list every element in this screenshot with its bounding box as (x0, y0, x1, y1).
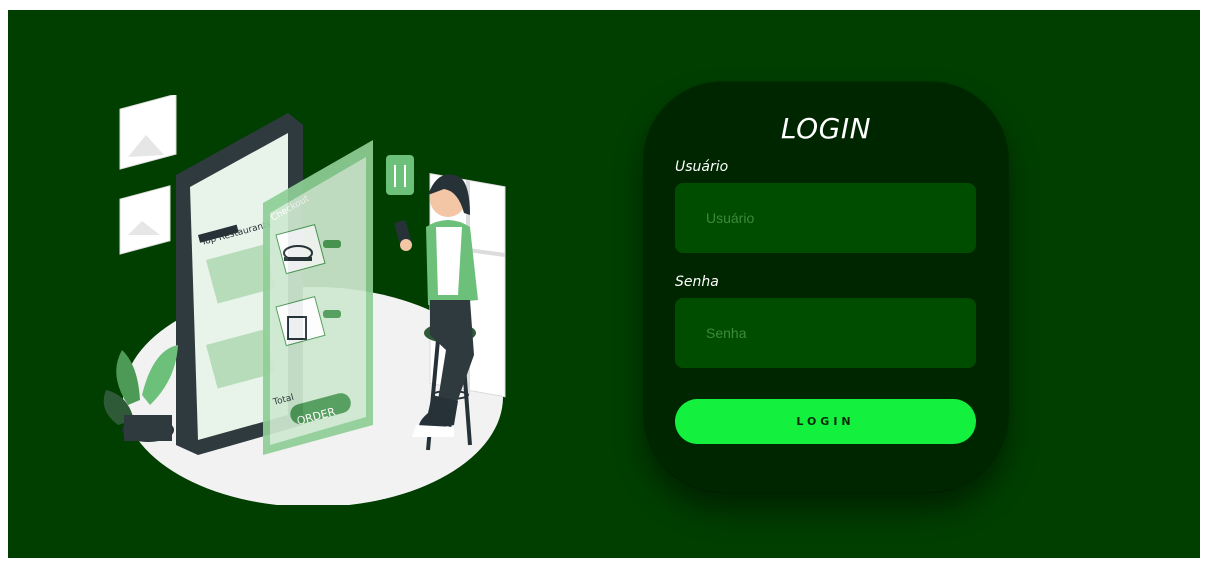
page-background: Top Restaurants Checkout Total ORDER LOG… (8, 10, 1200, 558)
user-label: Usuário (675, 159, 729, 175)
password-input[interactable] (675, 298, 976, 368)
delivery-app-illustration: Top Restaurants Checkout Total ORDER (103, 95, 506, 505)
login-card: LOGIN Usuário Senha LOGIN (644, 82, 1008, 492)
wall-picture-icon (119, 95, 177, 255)
password-label: Senha (675, 274, 719, 290)
user-input[interactable] (675, 183, 976, 253)
login-title: LOGIN (780, 112, 872, 145)
login-button[interactable]: LOGIN (675, 399, 976, 444)
fork-knife-icon (386, 155, 414, 195)
